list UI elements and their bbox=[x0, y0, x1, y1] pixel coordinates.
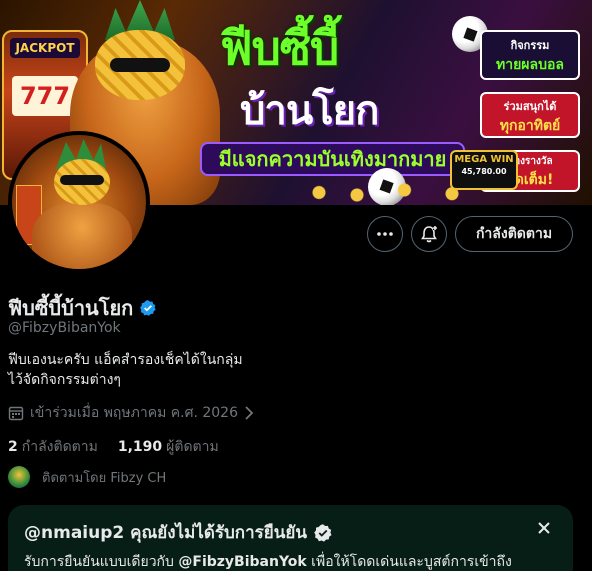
mega-win-amount: 45,780.00 bbox=[461, 167, 507, 176]
banner-title-strip: มีแจกความบันเทิงมากมาย bbox=[200, 142, 465, 176]
joined-date: เข้าร่วมเมื่อ พฤษภาคม ค.ศ. 2026 bbox=[30, 405, 238, 421]
verification-text-before: รับการยืนยันแบบเดียวกับ bbox=[24, 554, 179, 570]
more-button[interactable] bbox=[367, 216, 403, 252]
close-icon bbox=[538, 522, 550, 534]
followers-stat[interactable]: 1,190 ผู้ติดตาม bbox=[118, 436, 219, 458]
mega-win-label: MEGA WIN bbox=[454, 154, 514, 165]
mega-win-badge: MEGA WIN 45,780.00 bbox=[450, 150, 518, 190]
avatar-sunglasses bbox=[60, 175, 104, 185]
joined-date-row[interactable]: เข้าร่วมเมื่อ พฤษภาคม ค.ศ. 2026 bbox=[8, 402, 254, 424]
ellipsis-icon bbox=[377, 232, 393, 236]
followers-count: 1,190 bbox=[117, 439, 163, 455]
verification-banner-title: @nmaiup2 คุณยังไม่ได้รับการยืนยัน bbox=[24, 523, 307, 543]
bio-line: ฟีบเองนะครับ แอ็คสำรองเช็คได้ในกลุ่ม bbox=[8, 352, 243, 368]
banner-box-weekly: ร่วมสนุกได้ ทุกอาทิตย์ bbox=[480, 92, 580, 138]
jackpot-label: JACKPOT bbox=[10, 38, 80, 58]
following-label: กำลังติดตาม bbox=[21, 439, 98, 455]
close-button[interactable] bbox=[533, 517, 555, 539]
verification-banner[interactable]: @nmaiup2 คุณยังไม่ได้รับการยืนยัน รับการ… bbox=[8, 505, 573, 571]
verification-text-after: เพื่อให้โดดเด่นและบูสต์การเข้าถึง bbox=[306, 554, 512, 570]
banner-box-weekly-small: ร่วมสนุกได้ bbox=[503, 100, 557, 113]
banner-box-activity-small: กิจกรรม bbox=[510, 39, 550, 52]
bio-line: ไว้จัดกิจกรรมต่างๆ bbox=[8, 372, 121, 388]
sunglasses-graphic bbox=[110, 58, 170, 72]
followed-by-text: ติดตามโดย Fibzy CH bbox=[42, 470, 167, 486]
banner-title-main: ฟีบซี้บี้ bbox=[220, 21, 339, 75]
avatar-body bbox=[32, 203, 132, 269]
following-stat[interactable]: 2 กำลังติดตาม bbox=[8, 436, 98, 458]
verification-banner-title-row: @nmaiup2 คุณยังไม่ได้รับการยืนยัน bbox=[24, 519, 333, 546]
calendar-icon bbox=[8, 406, 24, 421]
follower-avatar bbox=[8, 466, 30, 488]
followed-by-row[interactable]: ติดตามโดย Fibzy CH bbox=[8, 466, 166, 488]
user-handle: @FibzyBibanYok bbox=[8, 320, 121, 336]
banner-box-activity-big: ทายผลบอล bbox=[496, 57, 564, 73]
slot-reels: 777 bbox=[12, 76, 78, 116]
verification-text-handle: @FibzyBibanYok bbox=[178, 554, 307, 570]
notifications-button[interactable] bbox=[411, 216, 447, 252]
chevron-right-icon bbox=[245, 406, 254, 420]
verified-badge-icon bbox=[314, 523, 332, 542]
following-button[interactable]: กำลังติดตาม bbox=[455, 216, 573, 252]
banner-title-sub: บ้านโยก bbox=[240, 88, 379, 134]
follow-stats: 2 กำลังติดตาม 1,190 ผู้ติดตาม bbox=[8, 436, 219, 458]
banner-box-activity: กิจกรรม ทายผลบอล bbox=[480, 30, 580, 80]
profile-avatar[interactable] bbox=[8, 131, 150, 273]
verification-banner-text: รับการยืนยันแบบเดียวกับ @FibzyBibanYok เ… bbox=[24, 551, 512, 571]
verified-badge-icon[interactable] bbox=[139, 299, 157, 317]
following-count: 2 bbox=[8, 439, 18, 455]
bell-plus-icon bbox=[421, 226, 437, 243]
profile-bio: ฟีบเองนะครับ แอ็คสำรองเช็คได้ในกลุ่ม ไว้… bbox=[8, 350, 428, 390]
banner-box-weekly-big: ทุกอาทิตย์ bbox=[499, 118, 561, 134]
followers-label: ผู้ติดตาม bbox=[166, 439, 219, 455]
